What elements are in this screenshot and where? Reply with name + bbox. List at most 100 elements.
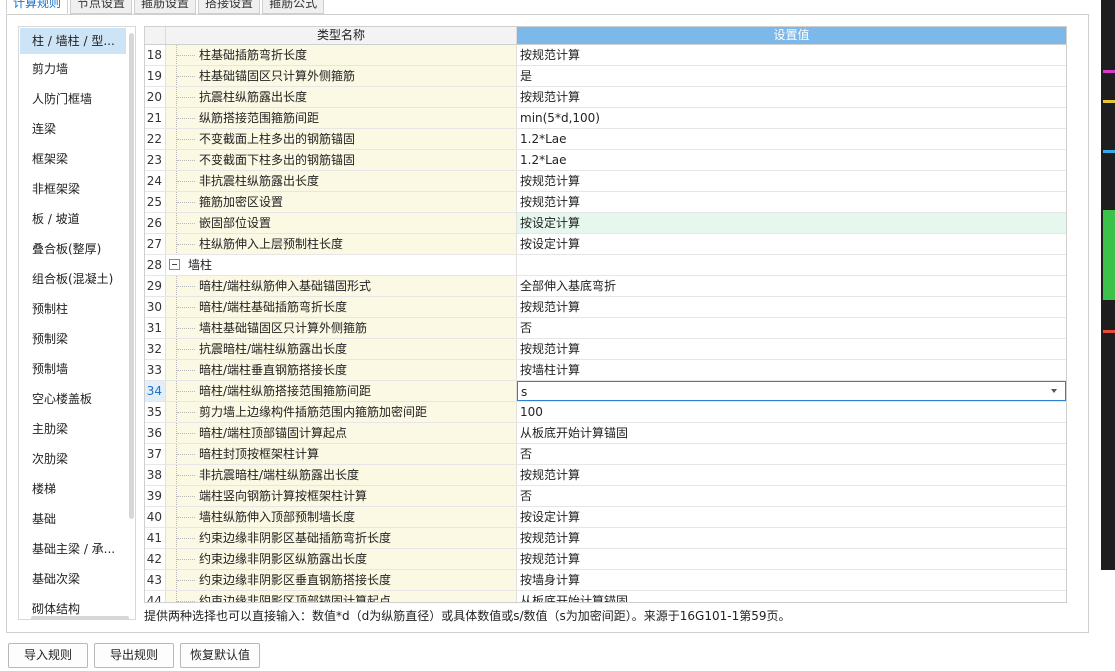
type-name-cell[interactable]: 非抗震暗柱/端柱纵筋露出长度	[166, 465, 517, 485]
sidebar-item[interactable]: 连梁	[19, 114, 125, 144]
import-rules-button[interactable]: 导入规则	[8, 643, 88, 668]
setting-value-cell[interactable]	[517, 255, 1066, 275]
sidebar-item[interactable]: 剪力墙	[19, 54, 125, 84]
setting-value-cell[interactable]: 按设定计算	[517, 507, 1066, 527]
type-name-cell[interactable]: 约束边缘非阴影区垂直钢筋搭接长度	[166, 570, 517, 590]
type-name-cell[interactable]: 墙柱纵筋伸入顶部预制墙长度	[166, 507, 517, 527]
setting-value-cell[interactable]: 按规范计算	[517, 87, 1066, 107]
table-row[interactable]: 33 暗柱/端柱垂直钢筋搭接长度 按墙柱计算	[145, 360, 1066, 381]
type-name-cell[interactable]: 抗震柱纵筋露出长度	[166, 87, 517, 107]
setting-value-cell[interactable]: 是	[517, 66, 1066, 86]
setting-value-cell[interactable]: 1.2*Lae	[517, 129, 1066, 149]
table-row[interactable]: 39 端柱竖向钢筋计算按框架柱计算 否	[145, 486, 1066, 507]
sidebar-item[interactable]: 框架梁	[19, 144, 125, 174]
table-row[interactable]: 35 剪力墙上边缘构件插筋范围内箍筋加密间距 100	[145, 402, 1066, 423]
table-row[interactable]: 31 墙柱基础锚固区只计算外侧箍筋 否	[145, 318, 1066, 339]
setting-value-cell[interactable]: 1.2*Lae	[517, 150, 1066, 170]
type-name-cell[interactable]: 暗柱/端柱顶部锚固计算起点	[166, 423, 517, 443]
setting-value-cell[interactable]: 从板底开始计算锚固	[517, 591, 1066, 602]
sidebar-item[interactable]: 次肋梁	[19, 444, 125, 474]
type-name-cell[interactable]: 暗柱/端柱纵筋搭接范围箍筋间距	[166, 381, 517, 401]
sidebar-item[interactable]: 预制墙	[19, 354, 125, 384]
type-name-cell[interactable]: 纵筋搭接范围箍筋间距	[166, 108, 517, 128]
type-name-cell[interactable]: 嵌固部位设置	[166, 213, 517, 233]
tab-lap-settings[interactable]: 搭接设置	[198, 0, 261, 14]
table-row[interactable]: 30 暗柱/端柱基础插筋弯折长度 按规范计算	[145, 297, 1066, 318]
table-row[interactable]: 36 暗柱/端柱顶部锚固计算起点 从板底开始计算锚固	[145, 423, 1066, 444]
table-row[interactable]: 18 柱基础插筋弯折长度 按规范计算	[145, 45, 1066, 66]
type-name-cell[interactable]: 暗柱/端柱基础插筋弯折长度	[166, 297, 517, 317]
table-row[interactable]: 32 抗震暗柱/端柱纵筋露出长度 按规范计算	[145, 339, 1066, 360]
setting-value-cell[interactable]: 按规范计算	[517, 528, 1066, 548]
table-row[interactable]: 25 箍筋加密区设置 按规范计算	[145, 192, 1066, 213]
table-row[interactable]: 27 柱纵筋伸入上层预制柱长度 按设定计算	[145, 234, 1066, 255]
sidebar-item[interactable]: 空心楼盖板	[19, 384, 125, 414]
sidebar-item[interactable]: 组合板(混凝土)	[19, 264, 125, 294]
type-name-cell[interactable]: 墙柱	[166, 255, 517, 275]
export-rules-button[interactable]: 导出规则	[94, 643, 174, 668]
type-name-cell[interactable]: 不变截面上柱多出的钢筋锚固	[166, 129, 517, 149]
setting-value-cell[interactable]: 按设定计算	[517, 213, 1066, 233]
type-name-cell[interactable]: 约束边缘非阴影区纵筋露出长度	[166, 549, 517, 569]
header-type-name[interactable]: 类型名称	[166, 27, 517, 44]
sidebar-item[interactable]: 基础主梁 / 承...	[19, 534, 125, 564]
type-name-cell[interactable]: 非抗震柱纵筋露出长度	[166, 171, 517, 191]
type-name-cell[interactable]: 墙柱基础锚固区只计算外侧箍筋	[166, 318, 517, 338]
table-row[interactable]: 23 不变截面下柱多出的钢筋锚固 1.2*Lae	[145, 150, 1066, 171]
table-row[interactable]: 20 抗震柱纵筋露出长度 按规范计算	[145, 87, 1066, 108]
sidebar-item[interactable]: 板 / 坡道	[19, 204, 125, 234]
type-name-cell[interactable]: 暗柱/端柱纵筋伸入基础锚固形式	[166, 276, 517, 296]
table-row[interactable]: 22 不变截面上柱多出的钢筋锚固 1.2*Lae	[145, 129, 1066, 150]
tab-stirrup-settings[interactable]: 箍筋设置	[134, 0, 197, 14]
type-name-cell[interactable]: 箍筋加密区设置	[166, 192, 517, 212]
type-name-cell[interactable]: 柱基础插筋弯折长度	[166, 45, 517, 65]
setting-value-input[interactable]: s	[517, 381, 1066, 401]
table-row[interactable]: 40 墙柱纵筋伸入顶部预制墙长度 按设定计算	[145, 507, 1066, 528]
setting-value-cell[interactable]: 否	[517, 444, 1066, 464]
sidebar-item[interactable]: 非框架梁	[19, 174, 125, 204]
sidebar-item[interactable]: 主肋梁	[19, 414, 125, 444]
table-row[interactable]: 37 暗柱封顶按框架柱计算否	[145, 444, 1066, 465]
sidebar-item[interactable]: 预制梁	[19, 324, 125, 354]
header-setting-value[interactable]: 设置值	[517, 27, 1066, 44]
tab-stirrup-formula[interactable]: 箍筋公式	[262, 0, 325, 14]
setting-value-cell[interactable]: 否	[517, 318, 1066, 338]
setting-value-cell[interactable]: 按规范计算	[517, 549, 1066, 569]
sidebar-item[interactable]: 人防门框墙	[19, 84, 125, 114]
collapse-icon[interactable]	[169, 259, 180, 270]
sidebar-item[interactable]: 预制柱	[19, 294, 125, 324]
type-name-cell[interactable]: 柱纵筋伸入上层预制柱长度	[166, 234, 517, 254]
setting-value-cell[interactable]: 按规范计算	[517, 192, 1066, 212]
type-name-cell[interactable]: 暗柱/端柱垂直钢筋搭接长度	[166, 360, 517, 380]
table-row[interactable]: 29 暗柱/端柱纵筋伸入基础锚固形式 全部伸入基底弯折	[145, 276, 1066, 297]
setting-value-cell[interactable]: 按规范计算	[517, 45, 1066, 65]
table-row[interactable]: 24 非抗震柱纵筋露出长度 按规范计算	[145, 171, 1066, 192]
setting-value-cell[interactable]: 100	[517, 402, 1066, 422]
dropdown-arrow-icon[interactable]	[1051, 389, 1057, 393]
type-name-cell[interactable]: 约束边缘非阴影区顶部锚固计算起点	[166, 591, 517, 602]
setting-value-cell[interactable]: 按墙身计算	[517, 570, 1066, 590]
table-row[interactable]: 41 约束边缘非阴影区基础插筋弯折长度 按规范计算	[145, 528, 1066, 549]
type-name-cell[interactable]: 剪力墙上边缘构件插筋范围内箍筋加密间距	[166, 402, 517, 422]
table-row[interactable]: 26 嵌固部位设置 按设定计算	[145, 213, 1066, 234]
tab-node-settings[interactable]: 节点设置	[70, 0, 133, 14]
tab-calc-rules[interactable]: 计算规则	[6, 0, 69, 14]
setting-value-cell[interactable]: 按规范计算	[517, 297, 1066, 317]
table-row[interactable]: 43 约束边缘非阴影区垂直钢筋搭接长度 按墙身计算	[145, 570, 1066, 591]
group-row[interactable]: 28 墙柱	[145, 255, 1066, 276]
type-name-cell[interactable]: 暗柱封顶按框架柱计算	[166, 444, 517, 464]
setting-value-cell[interactable]: 从板底开始计算锚固	[517, 423, 1066, 443]
setting-value-cell[interactable]: min(5*d,100)	[517, 108, 1066, 128]
type-name-cell[interactable]: 柱基础锚固区只计算外侧箍筋	[166, 66, 517, 86]
setting-value-cell[interactable]: 按墙柱计算	[517, 360, 1066, 380]
setting-value-cell[interactable]: 按规范计算	[517, 339, 1066, 359]
sidebar-scrollbar[interactable]	[129, 33, 134, 519]
sidebar-item[interactable]: 基础次梁	[19, 564, 125, 594]
type-name-cell[interactable]: 约束边缘非阴影区基础插筋弯折长度	[166, 528, 517, 548]
restore-defaults-button[interactable]: 恢复默认值	[180, 643, 260, 668]
type-name-cell[interactable]: 不变截面下柱多出的钢筋锚固	[166, 150, 517, 170]
sidebar-item[interactable]: 柱 / 墙柱 / 型...	[20, 28, 126, 54]
table-row[interactable]: 34 暗柱/端柱纵筋搭接范围箍筋间距 s	[145, 381, 1066, 402]
setting-value-cell[interactable]: 按设定计算	[517, 234, 1066, 254]
table-row[interactable]: 38 非抗震暗柱/端柱纵筋露出长度 按规范计算	[145, 465, 1066, 486]
